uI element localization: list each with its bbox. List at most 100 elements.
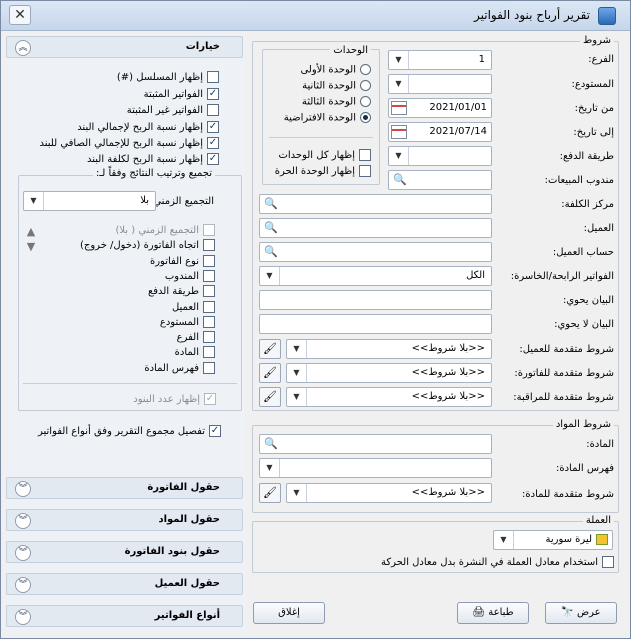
customer-account-field[interactable]: 🔍 — [259, 242, 492, 262]
option-checkbox[interactable]: ✓ إظهار نسبة الربح لكلفة البند — [87, 153, 219, 165]
checkbox-box[interactable] — [203, 269, 215, 282]
currency-select[interactable]: ▼ ليرة سورية — [493, 530, 613, 550]
profit-loss-select[interactable]: ▼ الكل — [259, 266, 492, 286]
checkbox-box[interactable] — [207, 71, 219, 83]
grouping-item[interactable]: المستودع — [160, 315, 215, 328]
checkbox-box[interactable] — [203, 361, 215, 374]
print-button[interactable]: طباعة 🖨 — [457, 602, 529, 624]
grouping-item[interactable]: الفرع — [177, 331, 215, 344]
to-date-field[interactable]: 2021/07/14 — [388, 122, 492, 142]
collapsed-section-header[interactable]: أنواع الفواتير ︾ — [6, 605, 243, 627]
checkbox-box[interactable] — [203, 331, 215, 344]
checkbox-box[interactable]: ✓ — [207, 121, 219, 133]
grouping-title: تجميع وترتيب النتائج وفقاً لـ: — [92, 168, 215, 179]
collapsed-section-header[interactable]: حقول الفاتورة ︾ — [6, 477, 243, 499]
material-field[interactable]: 🔍 — [259, 434, 492, 454]
option-checkbox[interactable]: ✓ الفواتير المثبتة — [144, 88, 219, 100]
grouping-item[interactable]: فهرس المادة — [144, 361, 215, 374]
grouping-item[interactable]: طريقة الدفع — [148, 285, 215, 298]
time-grouping-select[interactable]: ▼ بلا — [23, 191, 156, 211]
option-checkbox[interactable]: ✓ إظهار نسبة الربح لإجمالي البند — [77, 121, 219, 133]
grouping-item[interactable]: نوع الفاتورة — [150, 254, 215, 267]
checkbox-box[interactable] — [203, 224, 215, 236]
collapsed-section-header[interactable]: حقول العميل ︾ — [6, 573, 243, 595]
checkbox-box[interactable] — [203, 254, 215, 267]
chevron-down-icon[interactable]: ︾ — [15, 513, 31, 529]
chevron-down-icon[interactable]: ︾ — [15, 609, 31, 625]
radio-button[interactable] — [360, 96, 371, 107]
warehouse-select[interactable]: ▼ — [388, 74, 492, 94]
material-index-select[interactable]: ▼ — [259, 458, 492, 478]
payment-select[interactable]: ▼ — [388, 146, 492, 166]
search-icon[interactable]: 🔍 — [262, 244, 280, 260]
statement-contains-input[interactable] — [259, 290, 492, 310]
checkbox-box[interactable]: ✓ — [207, 88, 219, 100]
material-index-label: فهرس المادة: — [555, 463, 614, 474]
show-free-unit-checkbox[interactable]: إظهار الوحدة الحرة — [275, 165, 371, 177]
detail-totals-checkbox[interactable]: ✓تفصيل مجموع التقرير وفق أنواع الفواتير — [38, 425, 221, 437]
checkbox-box[interactable] — [203, 239, 215, 252]
search-icon[interactable]: 🔍 — [262, 220, 280, 236]
view-button[interactable]: عرض 🔭 — [545, 602, 617, 624]
close-button[interactable]: إغلاق — [253, 602, 325, 624]
unit-label: الوحدة الأولى — [300, 64, 356, 76]
grouping-item[interactable]: المادة — [175, 346, 215, 359]
checkbox-box[interactable] — [203, 346, 215, 359]
radio-button[interactable] — [360, 64, 371, 75]
customer-field[interactable]: 🔍 — [259, 218, 492, 238]
checkbox-box[interactable] — [203, 300, 215, 313]
chevron-up-icon[interactable]: ︽ — [15, 40, 31, 56]
filter-icon[interactable]: 🖌 — [259, 387, 281, 407]
adv-invoice-select[interactable]: ▼ <<بلا شروط>> — [286, 363, 492, 383]
grouping-item[interactable]: اتجاه الفاتورة (دخول/ خروج) — [80, 239, 215, 252]
adv-material-select[interactable]: ▼ <<بلا شروط>> — [286, 483, 492, 503]
search-icon[interactable]: 🔍 — [262, 436, 280, 452]
adv-monitor-select[interactable]: ▼ <<بلا شروط>> — [286, 387, 492, 407]
option-checkbox[interactable]: إظهار المسلسل (#) — [117, 71, 219, 83]
adv-customer-select[interactable]: ▼ <<بلا شروط>> — [286, 339, 492, 359]
radio-button[interactable] — [360, 80, 371, 91]
filter-icon[interactable]: 🖌 — [259, 483, 281, 503]
unit-radio[interactable]: الوحدة الثانية — [302, 80, 371, 92]
checkbox-box[interactable] — [207, 104, 219, 116]
collapsed-section-header[interactable]: حقول المواد ︾ — [6, 509, 243, 531]
unit-radio[interactable]: الوحدة الثالثة — [302, 96, 371, 108]
calendar-icon[interactable] — [391, 125, 407, 139]
section-label: حقول الفاتورة — [147, 482, 220, 493]
branch-select[interactable]: ▼ 1 — [388, 50, 492, 70]
option-checkbox[interactable]: ✓إظهار نسبة الربح للإجمالي الصافي للبند — [40, 137, 219, 149]
unit-radio[interactable]: الوحدة الافتراضية — [284, 112, 371, 124]
options-header[interactable]: خيارات ︽ — [6, 36, 243, 58]
move-up-icon[interactable]: ▲ — [25, 226, 37, 238]
radio-button[interactable] — [360, 112, 371, 123]
grouping-item[interactable]: المندوب — [165, 269, 215, 282]
unit-radio[interactable]: الوحدة الأولى — [300, 64, 371, 76]
show-all-units-checkbox[interactable]: إظهار كل الوحدات — [278, 149, 371, 161]
option-checkbox[interactable]: الفواتير غير المثبتة — [127, 104, 219, 116]
search-icon[interactable]: 🔍 — [391, 172, 409, 188]
collapsed-section-header[interactable]: حقول بنود الفاتورة ︾ — [6, 541, 243, 563]
search-icon[interactable]: 🔍 — [262, 196, 280, 212]
use-rate-checkbox[interactable]: استخدام معادل العملة في النشرة بدل معادل… — [381, 556, 614, 568]
statement-not-contains-input[interactable] — [259, 314, 492, 334]
from-date-field[interactable]: 2021/01/01 — [388, 98, 492, 118]
checkbox-box[interactable]: ✓ — [207, 137, 219, 149]
cost-center-field[interactable]: 🔍 — [259, 194, 492, 214]
checkbox-box[interactable] — [203, 285, 215, 298]
close-icon[interactable]: ✕ — [9, 5, 31, 25]
grouping-item[interactable]: التجميع الزمني ( بلا) — [115, 224, 215, 236]
chevron-down-icon[interactable]: ︾ — [15, 545, 31, 561]
show-free-unit-label: إظهار الوحدة الحرة — [274, 166, 355, 177]
chevron-down-icon[interactable]: ︾ — [15, 481, 31, 497]
show-count-checkbox[interactable]: ✓إظهار عدد البنود — [133, 393, 216, 405]
filter-icon[interactable]: 🖌 — [259, 363, 281, 383]
option-label: إظهار نسبة الربح لإجمالي البند — [77, 122, 203, 133]
sales-rep-field[interactable]: 🔍 — [388, 170, 492, 190]
move-down-icon[interactable]: ▼ — [25, 241, 37, 253]
checkbox-box[interactable] — [203, 315, 215, 328]
grouping-item[interactable]: العميل — [172, 300, 215, 313]
checkbox-box[interactable]: ✓ — [207, 153, 219, 165]
chevron-down-icon[interactable]: ︾ — [15, 577, 31, 593]
calendar-icon[interactable] — [391, 101, 407, 115]
filter-icon[interactable]: 🖌 — [259, 339, 281, 359]
